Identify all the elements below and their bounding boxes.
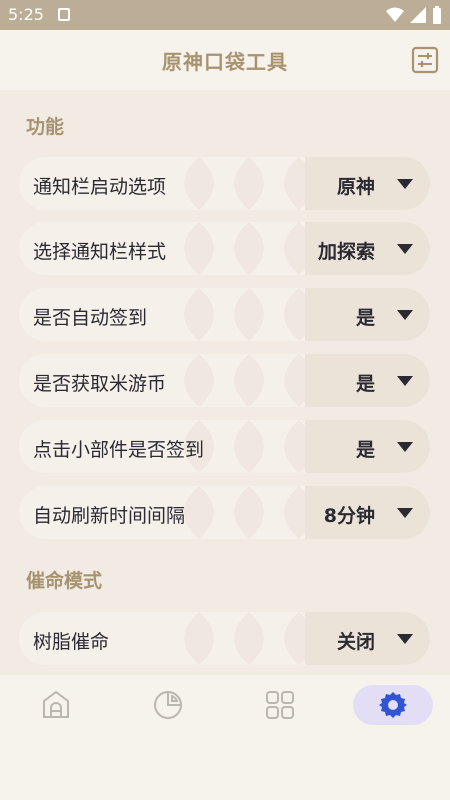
setting-row-notification-style[interactable]: 选择通知栏样式 加探索 [19,222,430,275]
app-bar: 原神口袋工具 [0,30,450,90]
bottom-navigation [0,675,450,800]
pie-chart-icon [154,691,182,719]
wifi-icon [386,7,404,22]
setting-value: 是 [355,307,375,329]
dropdown-arrow-icon[interactable] [397,634,413,644]
section-title-reminder-mode: 催命模式 [26,570,103,592]
setting-value: 是 [355,439,375,461]
nav-statistics[interactable] [128,685,208,725]
setting-value: 加探索 [317,241,375,263]
status-time: 5:25 [8,5,44,24]
nav-apps[interactable] [240,685,320,725]
battery-icon [433,6,441,24]
setting-label: 是否获取米游币 [33,373,167,395]
setting-row-auto-signin[interactable]: 是否自动签到 是 [19,288,430,341]
setting-row-notification-launch[interactable]: 通知栏启动选项 原神 [19,157,430,210]
nav-settings[interactable] [353,685,433,725]
dropdown-arrow-icon[interactable] [397,442,413,452]
home-icon [43,690,69,718]
setting-value: 原神 [336,176,375,198]
setting-label: 点击小部件是否签到 [33,439,205,461]
gear-icon [379,692,407,718]
setting-row-resin-reminder[interactable]: 树脂催命 关闭 [19,612,430,665]
setting-row-get-coins[interactable]: 是否获取米游币 是 [19,354,430,407]
setting-value: 是 [355,373,375,395]
setting-value: 8分钟 [323,505,375,527]
status-bar: 5:25 [0,0,450,30]
setting-label: 选择通知栏样式 [33,241,167,263]
tune-settings-icon[interactable] [411,46,439,74]
dropdown-arrow-icon[interactable] [397,376,413,386]
setting-label: 通知栏启动选项 [33,176,167,198]
dropdown-arrow-icon[interactable] [397,179,413,189]
dropdown-arrow-icon[interactable] [397,244,413,254]
dropdown-arrow-icon[interactable] [397,508,413,518]
setting-row-refresh-interval[interactable]: 自动刷新时间间隔 8分钟 [19,486,430,539]
setting-label: 树脂催命 [33,631,110,653]
nav-home[interactable] [16,685,96,725]
grid-icon [266,691,294,719]
page-title: 原神口袋工具 [162,49,288,74]
dropdown-arrow-icon[interactable] [397,310,413,320]
signal-icon [410,7,426,23]
system-icons [386,6,442,24]
setting-value: 关闭 [336,631,375,653]
notification-icon [58,8,70,21]
setting-row-widget-signin[interactable]: 点击小部件是否签到 是 [19,420,430,473]
setting-label: 是否自动签到 [33,307,148,329]
section-title-functions: 功能 [26,116,65,138]
setting-label: 自动刷新时间间隔 [33,505,186,527]
